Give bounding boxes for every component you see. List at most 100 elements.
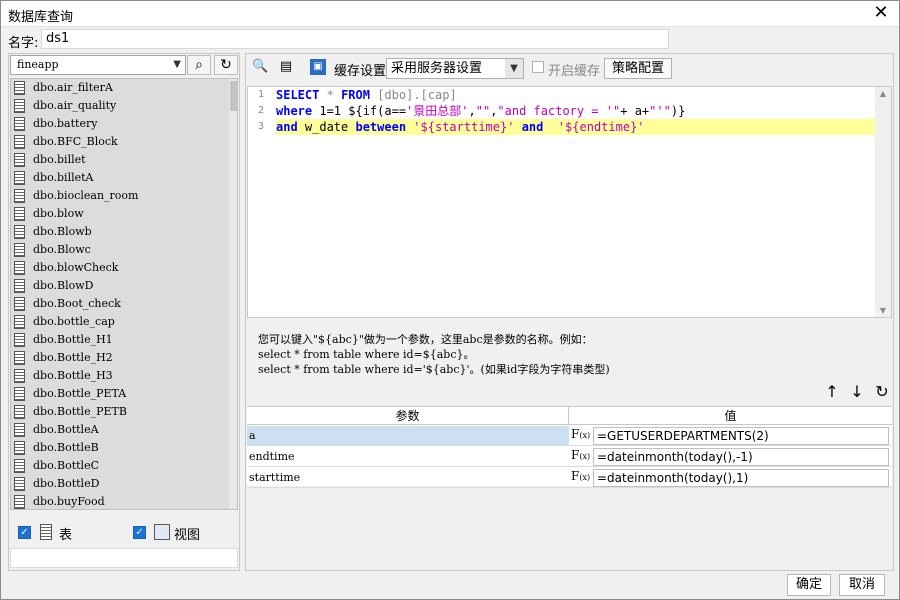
table-icon [14, 297, 25, 311]
param-value[interactable]: =GETUSERDEPARTMENTS(2) [593, 427, 889, 445]
line-number: 1 [257, 89, 265, 100]
database-select-value: fineapp [17, 58, 59, 71]
enable-cache-label: 开启缓存 [548, 64, 601, 79]
table-icon [14, 225, 25, 239]
table-icon [14, 207, 25, 221]
param-row[interactable]: starttime F(x) =dateinmonth(today(),1) [247, 468, 892, 488]
table-icon [14, 261, 25, 275]
view-checkbox[interactable]: ✓ [133, 526, 146, 539]
table-list-item[interactable]: dbo.billet [11, 151, 237, 169]
param-value[interactable]: =dateinmonth(today(),1) [593, 469, 889, 487]
table-list-item[interactable]: dbo.BFC_Block [11, 133, 237, 151]
sql-editor-panel: 🔍 ▤ ▣ 缓存设置 采用服务器设置 ▼ 开启缓存 策略配置 1 2 3 SEL… [245, 53, 894, 571]
table-list-item[interactable]: dbo.BottleA [11, 421, 237, 439]
window-title: 数据库查询 [8, 10, 74, 25]
table-checkbox-label: 表 [59, 528, 73, 543]
table-list-item[interactable]: dbo.Bottle_H1 [11, 331, 237, 349]
table-name: dbo.BottleC [33, 459, 99, 472]
table-icon [14, 459, 25, 473]
table-icon [14, 387, 25, 401]
param-row[interactable]: a F(x) =GETUSERDEPARTMENTS(2) [247, 426, 892, 446]
param-row[interactable]: endtime F(x) =dateinmonth(today(),-1) [247, 447, 892, 467]
table-name: dbo.blowCheck [33, 261, 119, 274]
table-list-item[interactable]: dbo.BottleD [11, 475, 237, 493]
table-name: dbo.BottleB [33, 441, 99, 454]
sql-code[interactable]: SELECT * FROM [dbo].[cap] where 1=1 ${if… [276, 87, 876, 135]
move-down-icon[interactable]: ↓ [847, 382, 867, 401]
scroll-up-icon[interactable]: ▲ [875, 89, 891, 98]
chevron-down-icon: ▼ [173, 59, 181, 70]
move-up-icon[interactable]: ↑ [822, 382, 842, 401]
table-name: dbo.BlowD [33, 279, 94, 292]
line-number: 2 [257, 105, 265, 116]
table-name: dbo.buyFood [33, 495, 105, 508]
code-line: SELECT * FROM [dbo].[cap] [276, 88, 457, 102]
table-list-scrollbar[interactable] [229, 79, 237, 509]
table-list-item[interactable]: dbo.BottleB [11, 439, 237, 457]
table-list-item[interactable]: dbo.buyFood [11, 493, 237, 509]
table-list-item[interactable]: dbo.bioclean_room [11, 187, 237, 205]
search-icon: ⌕ [195, 57, 203, 73]
table-icon [14, 333, 25, 347]
table-list-item[interactable]: dbo.blow [11, 205, 237, 223]
line-number: 3 [257, 121, 265, 132]
cache-mode-select[interactable]: 采用服务器设置 ▼ [386, 58, 524, 79]
table-list-item[interactable]: dbo.Bottle_PETB [11, 403, 237, 421]
preview-icon[interactable]: 🔍 [252, 59, 268, 75]
table-name: dbo.battery [33, 117, 98, 130]
title-bar: 数据库查询 ✕ [1, 1, 899, 27]
param-hint-line: select * from table where id=${abc}。 [258, 348, 475, 361]
table-list-item[interactable]: dbo.Bottle_PETA [11, 385, 237, 403]
cancel-button[interactable]: 取消 [839, 574, 885, 596]
sql-editor[interactable]: 1 2 3 SELECT * FROM [dbo].[cap] where 1=… [247, 86, 892, 318]
table-list-item[interactable]: dbo.air_quality [11, 97, 237, 115]
strategy-config-button[interactable]: 策略配置 [604, 58, 672, 79]
table-list-item[interactable]: dbo.Bottle_H3 [11, 367, 237, 385]
param-name[interactable]: a [247, 426, 569, 446]
search-table-button[interactable]: ⌕ [187, 55, 211, 75]
table-list-item[interactable]: dbo.Blowc [11, 241, 237, 259]
database-select[interactable]: fineapp ▼ [10, 55, 186, 75]
formula-icon[interactable]: F(x) [571, 447, 591, 467]
ok-button[interactable]: 确定 [787, 574, 831, 596]
formula-icon[interactable]: F(x) [571, 426, 591, 446]
table-icon [14, 495, 25, 509]
cache-settings-icon[interactable]: ▣ [310, 59, 326, 75]
param-name[interactable]: endtime [247, 447, 569, 467]
param-name[interactable]: starttime [247, 468, 569, 488]
table-list-item[interactable]: dbo.battery [11, 115, 237, 133]
table-list-item[interactable]: dbo.Bottle_H2 [11, 349, 237, 367]
sql-file-icon[interactable]: ▤ [278, 59, 294, 75]
refresh-params-icon[interactable]: ↻ [872, 382, 892, 401]
table-list-item[interactable]: dbo.BlowD [11, 277, 237, 295]
name-input[interactable]: ds1 [41, 29, 669, 49]
enable-cache-checkbox[interactable] [532, 61, 544, 73]
table-list-item[interactable]: dbo.billetA [11, 169, 237, 187]
table-list-item[interactable]: dbo.blowCheck [11, 259, 237, 277]
table-icon [14, 369, 25, 383]
table-name: dbo.BFC_Block [33, 135, 118, 148]
table-icon [14, 477, 25, 491]
table-name: dbo.Bottle_PETA [33, 387, 127, 400]
code-line: where 1=1 ${if(a=='景田总部',"","and factory… [276, 104, 686, 118]
table-icon [14, 243, 25, 257]
table-checkbox[interactable]: ✓ [18, 526, 31, 539]
table-list-item[interactable]: dbo.air_filterA [11, 79, 237, 97]
table-icon [14, 423, 25, 437]
table-list-item[interactable]: dbo.bottle_cap [11, 313, 237, 331]
refresh-button[interactable]: ↻ [214, 55, 238, 75]
close-icon[interactable]: ✕ [871, 3, 891, 23]
formula-icon[interactable]: F(x) [571, 468, 591, 488]
table-icon [14, 441, 25, 455]
table-list-item[interactable]: dbo.Blowb [11, 223, 237, 241]
param-name-header: 参数 [247, 407, 569, 425]
editor-scrollbar[interactable]: ▲ ▼ [875, 87, 891, 317]
param-hint-line: 您可以键入"${abc}"做为一个参数，这里abc是参数的名称。例如： [258, 333, 593, 346]
scroll-down-icon[interactable]: ▼ [875, 306, 891, 315]
table-filter-input[interactable] [10, 548, 238, 568]
table-icon [14, 81, 25, 95]
table-list-item[interactable]: dbo.Boot_check [11, 295, 237, 313]
param-value[interactable]: =dateinmonth(today(),-1) [593, 448, 889, 466]
table-list-item[interactable]: dbo.BottleC [11, 457, 237, 475]
parameter-table: 参数 值 a F(x) =GETUSERDEPARTMENTS(2) endtime F… [247, 406, 892, 488]
